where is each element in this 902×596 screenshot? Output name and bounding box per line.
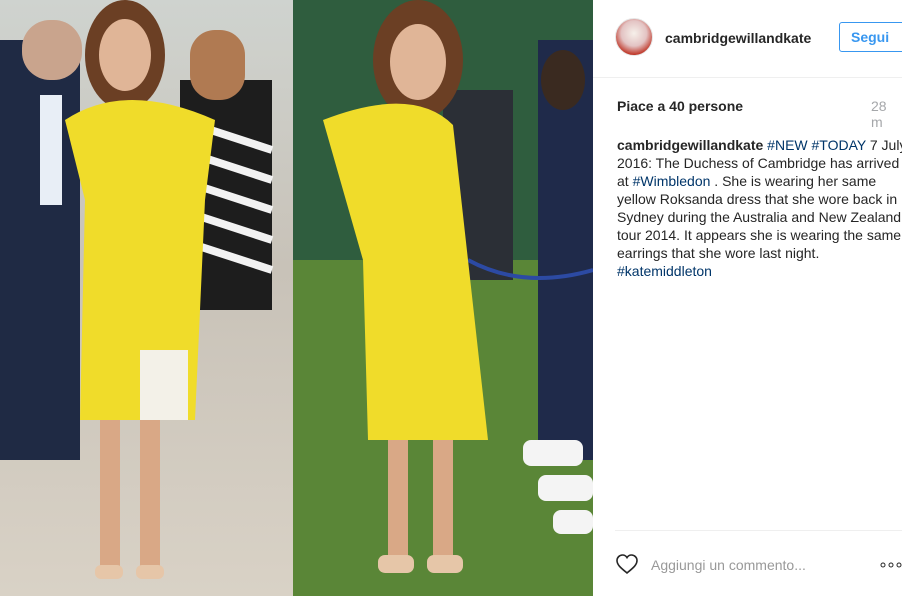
right-photo-art [293, 0, 593, 596]
likes-count[interactable]: Piace a 40 persone [617, 98, 743, 114]
left-photo-art [0, 0, 274, 579]
photo-left-panel [0, 0, 293, 596]
follow-button[interactable]: Segui [839, 22, 902, 52]
more-options-icon[interactable] [879, 560, 902, 570]
post-header: cambridgewillandkate Segui [593, 0, 902, 78]
post-timestamp[interactable]: 28 m [871, 98, 902, 130]
hashtag-wimbledon[interactable]: #Wimbledon [633, 173, 711, 189]
footer-divider [615, 530, 902, 531]
header-username[interactable]: cambridgewillandkate [665, 30, 811, 46]
caption-username[interactable]: cambridgewillandkate [617, 137, 763, 153]
post-photo[interactable] [0, 0, 593, 596]
post-caption: cambridgewillandkate #NEW #TODAY 7 July … [617, 136, 902, 280]
post-sidebar: cambridgewillandkate Segui Piace a 40 pe… [593, 0, 902, 596]
avatar[interactable] [615, 18, 653, 56]
comment-input[interactable]: Aggiungi un commento... [651, 557, 806, 573]
photo-right-panel [293, 0, 593, 596]
heart-icon[interactable] [615, 553, 639, 575]
hashtag-new[interactable]: #NEW [767, 137, 807, 153]
hashtag-today[interactable]: #TODAY [812, 137, 866, 153]
hashtag-katemiddleton[interactable]: #katemiddleton [617, 263, 712, 279]
